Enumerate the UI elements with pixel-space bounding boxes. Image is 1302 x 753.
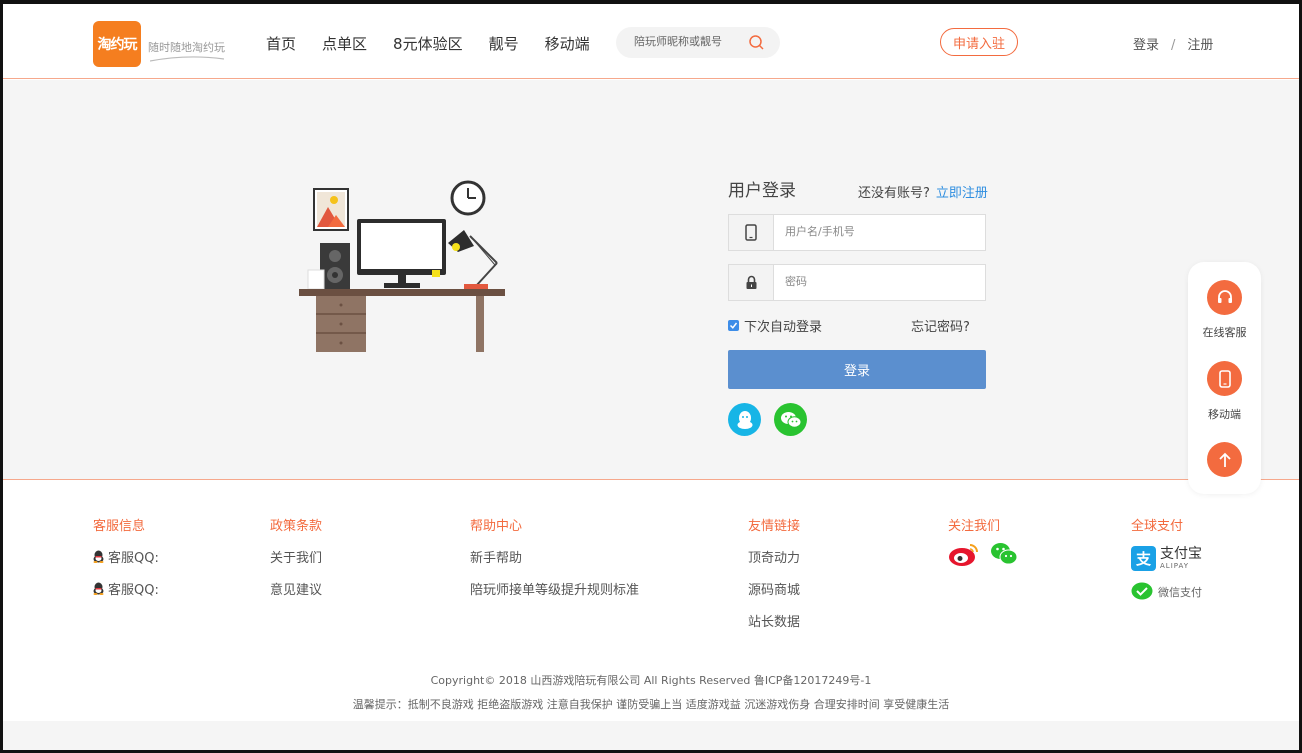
service-qq-label: 客服QQ: bbox=[108, 582, 159, 598]
forgot-password-link[interactable]: 忘记密码? bbox=[911, 316, 970, 335]
footer-link-beginner[interactable]: 新手帮助 bbox=[470, 547, 639, 566]
username-field bbox=[728, 214, 986, 251]
footer-heading: 全球支付 bbox=[1131, 519, 1184, 534]
wechat-pay-icon bbox=[1131, 582, 1153, 600]
floating-side-widget: 在线客服 移动端 bbox=[1188, 262, 1261, 494]
alipay-en-label: ALIPAY bbox=[1160, 561, 1190, 570]
footer-col-payment: 全球支付 支 支付宝 ALIPAY 微信支付 bbox=[1131, 515, 1202, 601]
nav-item-trial[interactable]: 8元体验区 bbox=[393, 33, 463, 54]
password-input[interactable] bbox=[785, 275, 975, 288]
bottom-strip bbox=[0, 721, 1302, 753]
mobile-button[interactable] bbox=[1207, 361, 1242, 396]
copyright-text: Copyright© 2018 山西游戏陪玩有限公司 All Rights Re… bbox=[430, 674, 872, 687]
nav-item-order[interactable]: 点单区 bbox=[322, 33, 367, 54]
login-link[interactable]: 登录 bbox=[1133, 38, 1159, 53]
footer: 客服信息 客服QQ: 客服QQ: 政策条款 关于我们 意见建议 帮助中心 新手帮… bbox=[0, 481, 1302, 721]
arrow-up-icon bbox=[1218, 452, 1231, 467]
service-qq-item[interactable]: 客服QQ: bbox=[93, 547, 159, 566]
footer-link-feedback[interactable]: 意见建议 bbox=[270, 579, 322, 598]
login-title: 用户登录 bbox=[728, 181, 796, 201]
service-qq-label: 客服QQ: bbox=[108, 550, 159, 566]
logo-swoosh bbox=[150, 56, 224, 62]
search-input[interactable] bbox=[634, 35, 744, 48]
nav-item-home[interactable]: 首页 bbox=[266, 33, 296, 54]
penguin-icon bbox=[93, 550, 104, 563]
wechat-pay-logo: 微信支付 bbox=[1131, 582, 1202, 601]
alipay-logo: 支 支付宝 ALIPAY bbox=[1131, 545, 1202, 571]
footer-heading: 友情链接 bbox=[748, 519, 801, 534]
register-prompt: 还没有账号? 立即注册 bbox=[858, 182, 988, 201]
header: 淘约玩 随时随地淘约玩 首页 点单区 8元体验区 靓号 移动端 申请入驻 登录 /… bbox=[0, 0, 1302, 79]
apply-join-button[interactable]: 申请入驻 bbox=[940, 28, 1018, 56]
search-icon[interactable] bbox=[748, 34, 765, 51]
footer-heading: 关注我们 bbox=[948, 519, 1001, 534]
username-input[interactable] bbox=[785, 225, 975, 238]
online-service-button[interactable] bbox=[1207, 280, 1242, 315]
wechat-icon bbox=[780, 411, 801, 428]
wechat-login-button[interactable] bbox=[774, 403, 807, 436]
friend-link[interactable]: 顶奇动力 bbox=[748, 547, 800, 566]
footer-link-level-rules[interactable]: 陪玩师接单等级提升规则标准 bbox=[470, 579, 639, 598]
friend-link[interactable]: 源码商城 bbox=[748, 579, 800, 598]
login-button[interactable]: 登录 bbox=[728, 350, 986, 389]
footer-col-help: 帮助中心 新手帮助 陪玩师接单等级提升规则标准 bbox=[470, 515, 639, 598]
qq-login-button[interactable] bbox=[728, 403, 761, 436]
main-nav: 首页 点单区 8元体验区 靓号 移动端 bbox=[266, 33, 616, 54]
footer-heading: 政策条款 bbox=[270, 519, 323, 534]
penguin-icon bbox=[93, 582, 104, 595]
footer-col-follow: 关注我们 bbox=[948, 515, 1018, 566]
footer-heading: 客服信息 bbox=[93, 519, 146, 534]
svg-text:支: 支 bbox=[1135, 550, 1152, 568]
alipay-icon: 支 bbox=[1131, 545, 1156, 571]
back-to-top-button[interactable] bbox=[1207, 442, 1242, 477]
wechat-pay-label: 微信支付 bbox=[1158, 586, 1202, 599]
lock-icon bbox=[729, 265, 774, 300]
follow-icons bbox=[948, 542, 1018, 566]
friend-link[interactable]: 站长数据 bbox=[748, 611, 800, 630]
register-link[interactable]: 注册 bbox=[1187, 38, 1213, 53]
footer-heading: 帮助中心 bbox=[470, 519, 523, 534]
footer-col-policy: 政策条款 关于我们 意见建议 bbox=[270, 515, 323, 598]
search-box bbox=[616, 27, 780, 58]
password-field bbox=[728, 264, 986, 301]
nav-item-mobile[interactable]: 移动端 bbox=[545, 33, 590, 54]
mobile-label: 移动端 bbox=[1208, 408, 1241, 421]
site-logo[interactable]: 淘约玩 bbox=[93, 21, 141, 67]
register-now-link[interactable]: 立即注册 bbox=[936, 186, 988, 201]
remember-label: 下次自动登录 bbox=[744, 320, 823, 335]
headset-icon bbox=[1217, 289, 1232, 303]
footer-link-about[interactable]: 关于我们 bbox=[270, 547, 322, 566]
online-service-label: 在线客服 bbox=[1202, 326, 1247, 339]
logo-slogan: 随时随地淘约玩 bbox=[148, 41, 225, 54]
nav-item-vanity-id[interactable]: 靓号 bbox=[489, 33, 519, 54]
no-account-text: 还没有账号? bbox=[858, 186, 930, 201]
footer-col-links: 友情链接 顶奇动力 源码商城 站长数据 bbox=[748, 515, 801, 630]
wechat-icon[interactable] bbox=[990, 542, 1018, 566]
remember-me[interactable]: 下次自动登录 bbox=[728, 316, 822, 335]
service-qq-item[interactable]: 客服QQ: bbox=[93, 579, 159, 598]
auth-links: 登录 / 注册 bbox=[1133, 34, 1213, 53]
phone-icon bbox=[729, 215, 774, 250]
auth-separator: / bbox=[1171, 38, 1176, 53]
healthy-gaming-tips: 温馨提示：抵制不良游戏 拒绝盗版游戏 注意自我保护 谨防受骗上当 适度游戏益 沉… bbox=[352, 698, 950, 711]
qq-icon bbox=[737, 410, 752, 429]
footer-col-service: 客服信息 客服QQ: 客服QQ: bbox=[93, 515, 159, 598]
remember-checkbox[interactable] bbox=[728, 320, 739, 331]
weibo-icon[interactable] bbox=[948, 541, 980, 567]
desk-illustration bbox=[299, 180, 505, 352]
alipay-label: 支付宝 bbox=[1160, 545, 1202, 562]
mobile-icon bbox=[1218, 369, 1231, 388]
login-section: 用户登录 还没有账号? 立即注册 下次自动登录 忘记密码? 登录 bbox=[0, 80, 1302, 480]
